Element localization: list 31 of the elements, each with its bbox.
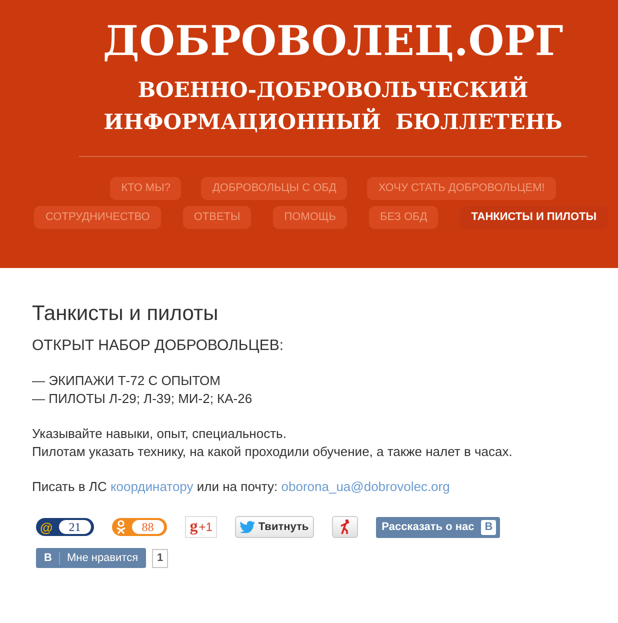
coordinator-link[interactable]: координатору: [110, 479, 194, 494]
page-heading: Танкисты и пилоты: [32, 302, 220, 326]
contact-line: Писать в ЛС координатору или на почту: oborona_ua@dobrovolec.org: [32, 478, 451, 496]
nav-tab[interactable]: ХОЧУ СТАТЬ ДОБРОВОЛЬЦЕМ!: [367, 177, 556, 200]
odnoklassniki-share-button[interactable]: 88: [112, 518, 167, 536]
nav-tab[interactable]: СОТРУДНИЧЕСТВО: [34, 206, 161, 229]
mailru-share-button[interactable]: @ 21: [36, 518, 94, 536]
note-line: Указывайте навыки, опыт, специальность.: [32, 425, 288, 443]
site-subtitle: ИНФОРМАЦИОННЫЙ БЮЛЛЕТЕНЬ: [104, 107, 562, 136]
site-title: ДОБРОВОЛЕЦ.ОРГ: [102, 16, 564, 67]
runner-icon: [338, 519, 351, 535]
vk-like-button[interactable]: B Мне нравится: [36, 548, 146, 568]
nav-tab[interactable]: ТАНКИСТЫ И ПИЛОТЫ: [460, 206, 608, 229]
nav-tab[interactable]: БЕЗ ОБД: [368, 206, 438, 229]
lead-text: ОТКРЫТ НАБОР ДОБРОВОЛЬЦЕВ:: [32, 337, 285, 354]
bird-icon: [240, 521, 256, 533]
like-count: 1: [152, 548, 168, 568]
list-line: — ЭКИПАЖИ Т-72 С ОПЫТОМ: [32, 372, 222, 390]
list-line: — ПИЛОТЫ Л-29; Л-39; МИ-2; КА-26: [32, 390, 254, 408]
nav-tab[interactable]: ПОМОЩЬ: [273, 206, 347, 229]
person-icon: [116, 520, 126, 534]
note-line: Пилотам указать технику, на какой проходили обучение, а также налет в часах.: [32, 443, 514, 461]
site-subtitle: ВОЕННО-ДОБРОВОЛЬЧЕСКИЙ: [138, 75, 528, 104]
nav-tab[interactable]: ОТВЕТЫ: [182, 206, 252, 229]
vk-share-button[interactable]: Рассказать о нас B: [376, 516, 500, 538]
nav-tab[interactable]: ДОБРОВОЛЬЦЫ С ОБД: [201, 177, 348, 200]
email-link[interactable]: oborona_ua@dobrovolec.org: [281, 479, 450, 494]
tweet-button[interactable]: Твитнуть: [235, 516, 314, 538]
google-plus-button[interactable]: g+1: [184, 516, 218, 538]
yandex-share-button[interactable]: [332, 516, 358, 538]
nav-tab[interactable]: КТО МЫ?: [110, 177, 182, 200]
